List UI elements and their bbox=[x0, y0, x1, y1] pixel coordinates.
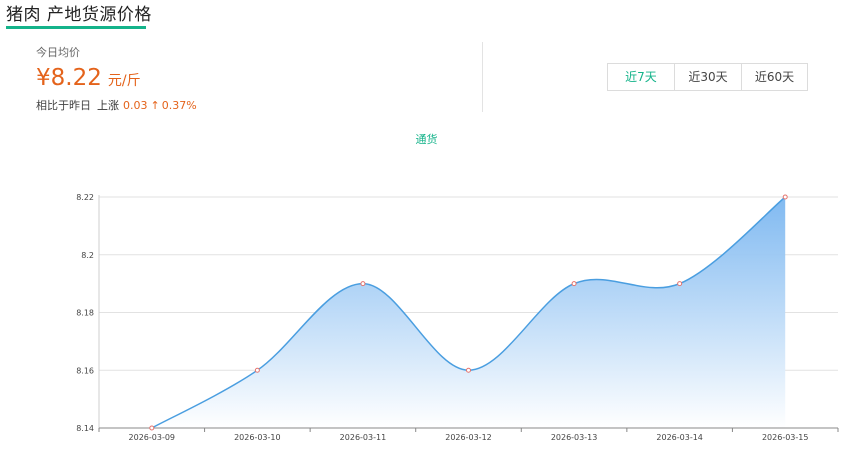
data-point[interactable] bbox=[466, 367, 471, 373]
data-point[interactable] bbox=[571, 281, 577, 287]
data-point[interactable] bbox=[782, 194, 788, 200]
x-tick-label: 2026-03-10 bbox=[234, 433, 281, 442]
y-tick-label: 8.18 bbox=[76, 309, 94, 318]
data-point[interactable] bbox=[254, 367, 260, 373]
price-chart: 8.14 8.16 8.18 8.2 8.22 2026-03-09 2026-03-10 2… bbox=[76, 193, 839, 442]
x-tick-label: 2026-03-09 bbox=[129, 433, 176, 442]
y-tick-label: 8.2 bbox=[81, 251, 94, 260]
data-point[interactable] bbox=[360, 281, 366, 287]
x-tick-label: 2026-03-13 bbox=[551, 433, 598, 442]
data-point[interactable] bbox=[677, 281, 683, 287]
y-tick-label: 8.14 bbox=[76, 424, 94, 433]
data-point[interactable] bbox=[149, 425, 155, 431]
x-tick-label: 2026-03-11 bbox=[340, 433, 387, 442]
y-tick-label: 8.16 bbox=[76, 366, 94, 375]
x-tick-label: 2026-03-12 bbox=[445, 433, 492, 442]
x-tick-label: 2026-03-14 bbox=[656, 433, 703, 442]
x-tick-label: 2026-03-15 bbox=[762, 433, 809, 442]
y-tick-label: 8.22 bbox=[76, 193, 94, 202]
